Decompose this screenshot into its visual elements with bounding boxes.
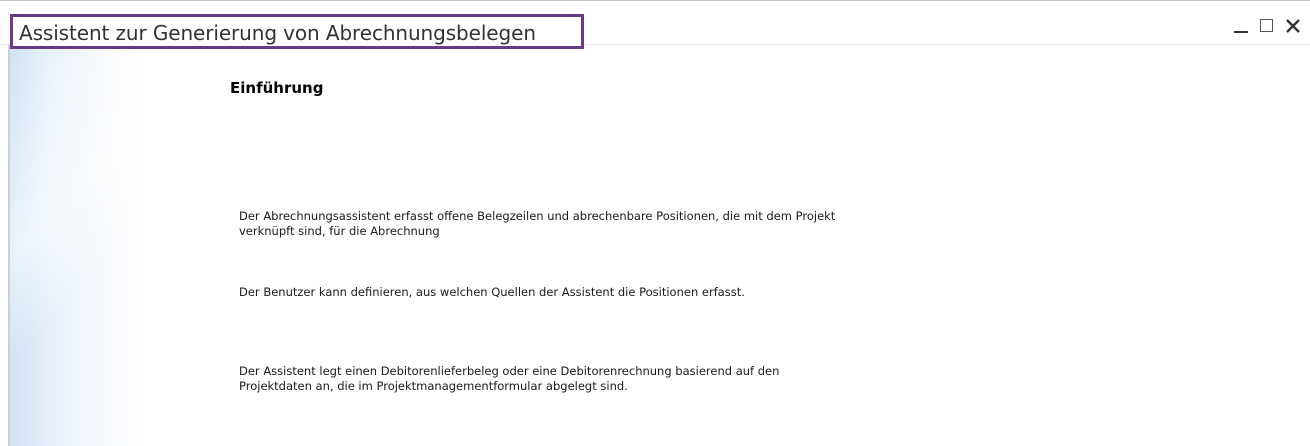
paragraph-line: Der Assistent legt einen Debitorenliefer… [239,364,780,378]
minimize-icon[interactable] [1232,17,1250,35]
page-heading: Einführung [230,79,324,97]
paragraph-line: verknüpft sind, für die Abrechnung [239,224,440,238]
intro-paragraph-2: Der Benutzer kann definieren, aus welche… [239,285,999,300]
intro-paragraph-1: Der Abrechnungsassistent erfasst offene … [239,209,999,239]
paragraph-line: Der Abrechnungsassistent erfasst offene … [239,209,836,223]
paragraph-line: Projektdaten an, die im Projektmanagemen… [239,379,628,393]
wizard-window: Assistent zur Generierung von Abrechnung… [0,0,1310,446]
side-decoration-panel [10,45,140,446]
window-title: Assistent zur Generierung von Abrechnung… [19,21,536,45]
intro-paragraph-3: Der Assistent legt einen Debitorenliefer… [239,364,999,394]
window-controls [1232,17,1302,35]
title-bar: Assistent zur Generierung von Abrechnung… [0,1,1310,49]
paragraph-line: Der Benutzer kann definieren, aus welche… [239,285,745,299]
left-window-border [8,45,10,446]
close-icon[interactable] [1284,17,1302,35]
maximize-icon[interactable] [1258,17,1276,35]
